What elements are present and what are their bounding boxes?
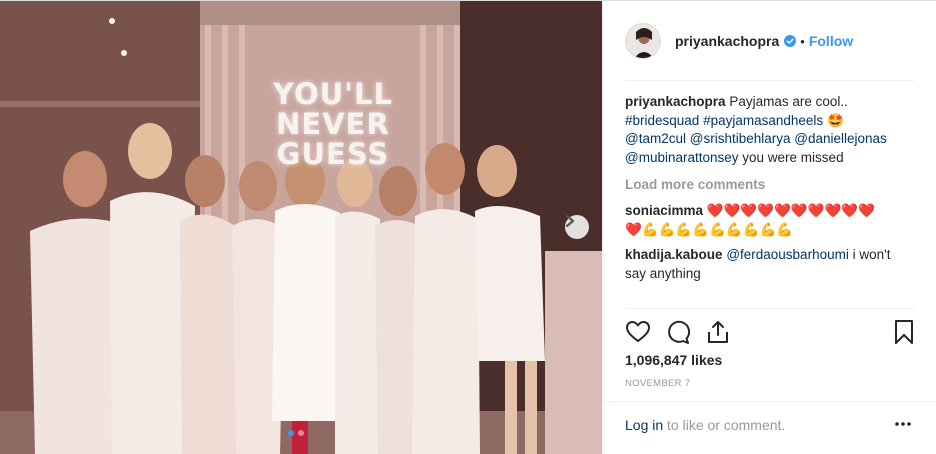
post-date[interactable]: NOVEMBER 7 bbox=[625, 378, 690, 389]
carousel-next-button[interactable] bbox=[565, 215, 589, 239]
caption: priyankachopra Payjamas are cool.. #brid… bbox=[625, 93, 915, 167]
comment-button[interactable] bbox=[665, 319, 691, 345]
sign-line: YOU'LL bbox=[272, 77, 393, 111]
login-divider bbox=[603, 401, 936, 402]
sign-line: NEVER bbox=[276, 107, 390, 141]
comment-username[interactable]: soniacimma bbox=[625, 203, 703, 218]
sign-line: GUESS bbox=[276, 137, 390, 171]
carousel-dot bbox=[298, 430, 304, 436]
caption-emoji: 🤩 bbox=[826, 112, 844, 128]
post-sidebar: priyankachopra • Follow priyankachopra P… bbox=[602, 1, 936, 454]
share-button[interactable] bbox=[705, 319, 731, 345]
photo-scene bbox=[0, 1, 602, 454]
header-separator: • bbox=[800, 33, 805, 49]
mention-link[interactable]: @mubinarattonsey bbox=[625, 150, 739, 165]
comment-emoji-line: ❤️💪💪💪💪💪💪💪💪💪 bbox=[625, 222, 794, 237]
action-bar bbox=[625, 319, 917, 345]
comment-icon bbox=[668, 320, 691, 344]
caption-username[interactable]: priyankachopra bbox=[625, 94, 726, 109]
comment-username[interactable]: khadija.kaboue bbox=[625, 247, 723, 262]
caption-text: Payjamas are cool.. bbox=[729, 94, 848, 109]
comment: khadija.kaboue @ferdaousbarhoumi i won't… bbox=[625, 245, 915, 283]
heart-icon bbox=[625, 320, 651, 343]
mention-link[interactable]: @daniellejonas bbox=[794, 131, 887, 146]
like-button[interactable] bbox=[625, 319, 651, 345]
caption-after-text: you were missed bbox=[742, 149, 844, 165]
avatar[interactable] bbox=[625, 23, 661, 59]
hashtag-link[interactable]: #payjamasandheels bbox=[703, 113, 823, 128]
carousel-dot-active bbox=[288, 430, 294, 436]
header-username[interactable]: priyankachopra bbox=[675, 33, 779, 49]
wall-sign: YOU'LL NEVER GUESS bbox=[258, 79, 408, 169]
likes-count[interactable]: 1,096,847 likes bbox=[625, 352, 722, 368]
mention-link[interactable]: @tam2cul bbox=[625, 131, 686, 146]
bookmark-icon bbox=[895, 320, 913, 344]
header-divider bbox=[625, 80, 914, 81]
chevron-right-icon bbox=[565, 215, 575, 227]
mention-link[interactable]: @srishtibehlarya bbox=[690, 131, 791, 146]
more-options-icon bbox=[895, 422, 911, 426]
carousel-indicator bbox=[288, 430, 304, 436]
hashtag-link[interactable]: #bridesquad bbox=[625, 113, 699, 128]
load-more-comments-button[interactable]: Load more comments bbox=[625, 177, 915, 192]
comment-emoji-line: ❤️❤️❤️❤️❤️❤️❤️❤️❤️❤️ bbox=[706, 203, 875, 218]
save-button[interactable] bbox=[891, 319, 917, 345]
mention-link[interactable]: @ferdaousbarhoumi bbox=[726, 247, 849, 262]
share-icon bbox=[708, 321, 728, 343]
login-link[interactable]: Log in bbox=[625, 417, 663, 433]
instagram-post: YOU'LL NEVER GUESS priyankachopra • Foll… bbox=[0, 0, 936, 454]
login-prompt: Log in to like or comment. bbox=[625, 417, 785, 433]
post-header: priyankachopra • Follow bbox=[603, 1, 936, 81]
avatar-image bbox=[626, 24, 660, 58]
actions-divider bbox=[625, 308, 914, 309]
verified-badge-icon bbox=[784, 35, 797, 47]
comments-section: priyankachopra Payjamas are cool.. #brid… bbox=[625, 93, 915, 283]
follow-button[interactable]: Follow bbox=[809, 33, 853, 49]
login-text: to like or comment. bbox=[667, 417, 786, 433]
post-photo[interactable]: YOU'LL NEVER GUESS bbox=[0, 1, 602, 454]
more-options-button[interactable] bbox=[893, 416, 913, 432]
comment: soniacimma ❤️❤️❤️❤️❤️❤️❤️❤️❤️❤️ ❤️💪💪💪💪💪💪… bbox=[625, 201, 915, 239]
